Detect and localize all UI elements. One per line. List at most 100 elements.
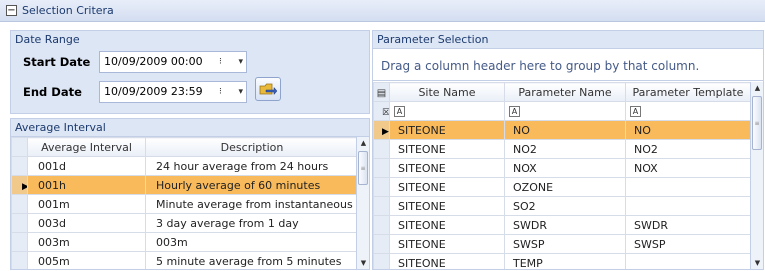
dropdown-arrow-icon: ▾ <box>238 57 243 67</box>
table-row[interactable]: 005m 5 minute average from 5 minutes <box>11 251 359 269</box>
current-row-arrow-icon: ▶ <box>382 126 389 137</box>
column-header-description[interactable]: Description <box>145 137 359 157</box>
site-cell[interactable]: SITEONE <box>389 215 505 235</box>
table-row[interactable]: SITEONE SO2 <box>373 196 751 216</box>
interval-cell[interactable]: 001h <box>27 175 146 195</box>
scroll-down-icon[interactable]: ▼ <box>751 257 763 269</box>
end-date-spinner[interactable]: ⁝ ▾ <box>219 84 243 100</box>
table-row[interactable]: 003m 003m <box>11 232 359 252</box>
interval-cell[interactable]: 005m <box>27 251 146 269</box>
scrollbar-thumb[interactable]: ≡ <box>358 151 368 185</box>
filter-a-icon[interactable]: A <box>509 106 520 117</box>
site-cell[interactable]: SITEONE <box>389 158 505 178</box>
template-cell[interactable]: SWSP <box>625 234 751 254</box>
template-cell[interactable] <box>625 253 751 269</box>
row-selector[interactable] <box>11 232 28 252</box>
grid-header-row: ▤ Site Name Parameter Name Parameter Tem… <box>373 82 751 102</box>
column-header-average-interval[interactable]: Average Interval <box>27 137 146 157</box>
row-selector[interactable]: ▶ <box>373 120 390 140</box>
table-row[interactable]: SITEONE TEMP <box>373 253 751 269</box>
table-row[interactable]: 001d 24 hour average from 24 hours <box>11 156 359 176</box>
table-row[interactable]: SITEONE NO2 NO2 <box>373 139 751 159</box>
description-cell[interactable]: Hourly average of 60 minutes <box>145 175 359 195</box>
param-cell[interactable]: TEMP <box>504 253 626 269</box>
interval-cell[interactable]: 001m <box>27 194 146 214</box>
scrollbar-thumb[interactable]: ≡ <box>752 96 762 150</box>
template-cell[interactable]: NOX <box>625 158 751 178</box>
description-cell[interactable]: Minute average from instantaneous <box>145 194 359 214</box>
row-selector[interactable] <box>11 251 28 269</box>
template-filter-cell[interactable]: A <box>625 101 751 121</box>
row-selector[interactable] <box>373 158 390 178</box>
table-row[interactable]: 001m Minute average from instantaneous <box>11 194 359 214</box>
param-cell[interactable]: OZONE <box>504 177 626 197</box>
site-cell[interactable]: SITEONE <box>389 177 505 197</box>
row-selector[interactable] <box>11 213 28 233</box>
row-selector[interactable] <box>373 139 390 159</box>
date-range-group: Date Range Start Date 10/09/2009 00:00 ⁝… <box>10 30 370 114</box>
left-panel: Date Range Start Date 10/09/2009 00:00 ⁝… <box>10 30 370 270</box>
description-cell[interactable]: 24 hour average from 24 hours <box>145 156 359 176</box>
scroll-down-icon[interactable]: ▼ <box>357 257 369 269</box>
parameter-selection-label: Parameter Selection <box>373 31 763 49</box>
collapse-toggle-button[interactable]: − <box>6 5 17 16</box>
table-row[interactable]: SITEONE SWDR SWDR <box>373 215 751 235</box>
description-cell[interactable]: 5 minute average from 5 minutes <box>145 251 359 269</box>
column-chooser-button[interactable]: ▤ <box>373 82 390 102</box>
group-by-panel[interactable]: Drag a column header here to group by th… <box>373 49 763 81</box>
row-selector[interactable] <box>373 215 390 235</box>
description-cell[interactable]: 003m <box>145 232 359 252</box>
template-cell[interactable]: NO <box>625 120 751 140</box>
column-header-parameter-template[interactable]: Parameter Template <box>625 82 751 102</box>
site-cell[interactable]: SITEONE <box>389 234 505 254</box>
table-row[interactable]: SITEONE SWSP SWSP <box>373 234 751 254</box>
template-cell[interactable] <box>625 196 751 216</box>
site-cell[interactable]: SITEONE <box>389 196 505 216</box>
filter-a-icon[interactable]: A <box>630 106 641 117</box>
row-selector[interactable] <box>11 194 28 214</box>
site-cell[interactable]: SITEONE <box>389 139 505 159</box>
row-selector[interactable] <box>373 196 390 216</box>
template-cell[interactable] <box>625 177 751 197</box>
interval-cell[interactable]: 001d <box>27 156 146 176</box>
header-title: Selection Critera <box>22 4 114 17</box>
template-cell[interactable]: SWDR <box>625 215 751 235</box>
description-cell[interactable]: 3 day average from 1 day <box>145 213 359 233</box>
end-date-input[interactable]: 10/09/2009 23:59 ⁝ ▾ <box>99 81 247 103</box>
param-cell[interactable]: SO2 <box>504 196 626 216</box>
table-row[interactable]: SITEONE OZONE <box>373 177 751 197</box>
row-selector[interactable]: ▶ <box>11 175 28 195</box>
site-filter-cell[interactable]: A <box>389 101 505 121</box>
vertical-scrollbar[interactable]: ▲ ≡ ▼ <box>750 82 763 269</box>
table-row-selected[interactable]: ▶ 001h Hourly average of 60 minutes <box>11 175 359 195</box>
param-filter-cell[interactable]: A <box>504 101 626 121</box>
table-row[interactable]: 003d 3 day average from 1 day <box>11 213 359 233</box>
folder-arrow-button[interactable] <box>255 77 281 101</box>
param-cell[interactable]: SWSP <box>504 234 626 254</box>
scroll-up-icon[interactable]: ▲ <box>751 82 763 94</box>
clear-filter-button[interactable]: ☒ <box>373 101 390 121</box>
spin-icon: ⁝ <box>219 57 222 67</box>
interval-cell[interactable]: 003m <box>27 232 146 252</box>
filter-a-icon[interactable]: A <box>394 106 405 117</box>
param-cell[interactable]: NO <box>504 120 626 140</box>
vertical-scrollbar[interactable]: ▲ ≡ ▼ <box>356 137 369 269</box>
column-header-parameter-name[interactable]: Parameter Name <box>504 82 626 102</box>
param-cell[interactable]: NOX <box>504 158 626 178</box>
table-row-selected[interactable]: ▶ SITEONE NO NO <box>373 120 751 140</box>
site-cell[interactable]: SITEONE <box>389 253 505 269</box>
column-header-site-name[interactable]: Site Name <box>389 82 505 102</box>
start-date-input[interactable]: 10/09/2009 00:00 ⁝ ▾ <box>99 51 247 73</box>
row-selector[interactable] <box>373 253 390 269</box>
interval-cell[interactable]: 003d <box>27 213 146 233</box>
table-row[interactable]: SITEONE NOX NOX <box>373 158 751 178</box>
row-selector[interactable] <box>11 156 28 176</box>
site-cell[interactable]: SITEONE <box>389 120 505 140</box>
start-date-spinner[interactable]: ⁝ ▾ <box>219 54 243 70</box>
template-cell[interactable]: NO2 <box>625 139 751 159</box>
row-selector[interactable] <box>373 234 390 254</box>
param-cell[interactable]: SWDR <box>504 215 626 235</box>
row-selector[interactable] <box>373 177 390 197</box>
scroll-up-icon[interactable]: ▲ <box>357 137 369 149</box>
param-cell[interactable]: NO2 <box>504 139 626 159</box>
